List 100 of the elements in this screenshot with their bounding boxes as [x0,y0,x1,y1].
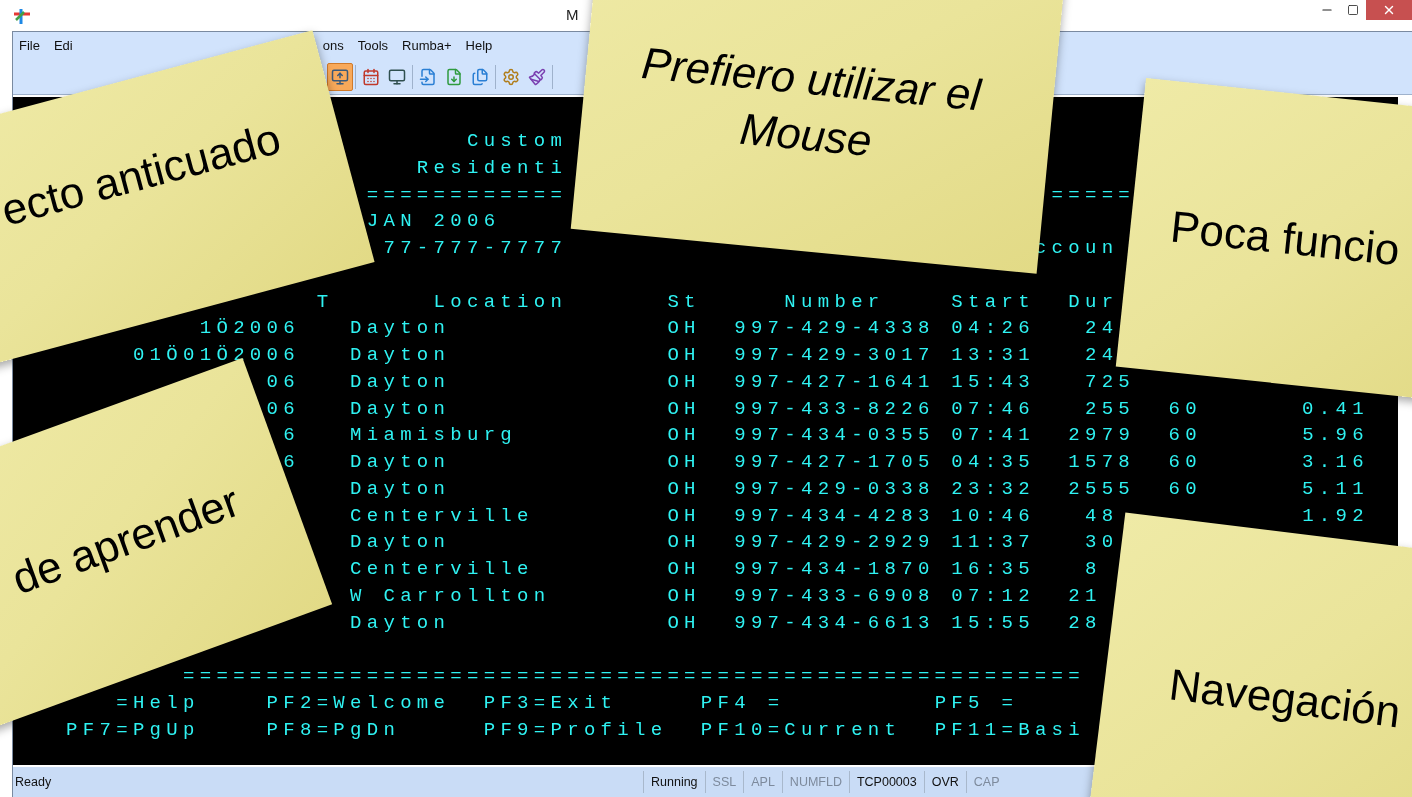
terminal-text: 07:41 [951,423,1035,449]
terminal-text: 997-429-3017 [734,343,935,368]
note-text: ecto anticuado [0,112,287,237]
terminal-text: Residenti [416,155,568,181]
terminal-text: Dayton [350,343,451,368]
terminal-text: 06 [266,369,300,395]
terminal-text: Custom [466,129,568,154]
terminal-text: Dayton [350,369,451,395]
status-indicator: APL [743,771,782,793]
menu-item[interactable]: Tools [357,36,389,56]
terminal-text: 60 [1168,423,1202,449]
terminal-text: 11:37 [951,530,1035,556]
close-icon [1382,3,1396,17]
terminal-text: OH [667,423,701,449]
menu-item[interactable]: Edi [53,36,73,56]
terminal-text: Number [784,289,885,315]
status-indicator: TCP00003 [848,771,924,793]
terminal-text: 0.41 [1302,396,1369,422]
calendar-icon [362,68,380,86]
terminal-text: 60 [1168,476,1202,502]
monitor-icon [388,68,406,86]
terminal-text: 6 [283,450,300,475]
terminal-text: PF8=PgDn [266,717,401,743]
status-message: Ready [14,773,53,791]
terminal-text: Miamisburg [350,423,518,449]
status-indicator: NUMFLD [781,771,849,793]
terminal-text: 60 [1168,396,1202,422]
terminal-text: 997-429-2929 [734,530,935,556]
terminal-text: PF10=Current [700,717,902,743]
terminal-text: 2555 [1068,476,1136,502]
terminal-text: 21 [1068,583,1102,609]
terminal-text: 15:55 [951,610,1035,636]
document-arrow-icon [445,68,463,86]
terminal-text: PF9=Profile [483,717,668,743]
terminal-text: 3.16 [1302,450,1369,475]
terminal-text: 997-434-0355 [734,423,935,449]
terminal-text: 997-427-1705 [734,450,935,475]
menu-item[interactable]: Help [465,36,493,56]
terminal-text: OH [667,369,701,395]
terminal-text: 5.96 [1302,423,1369,449]
documents-icon [471,68,489,86]
monitor-arrow-tool-button[interactable] [327,63,353,91]
terminal-text: 1Ö2006 [199,316,300,342]
terminal-text: 04:35 [951,450,1035,475]
terminal-text: PF4 = [700,690,785,716]
terminal-text: 01Ö01Ö2006 [132,343,300,368]
terminal-text: 24 [1085,343,1119,368]
terminal-text: 28 [1068,610,1102,636]
terminal-text: ===== [1051,182,1136,208]
terminal-text: Start [951,289,1035,315]
terminal-text: 06 [266,396,300,422]
terminal-text: 255 [1084,396,1136,422]
terminal-text: JAN 2006 [366,209,501,235]
terminal-text: ============ [366,182,568,208]
terminal-text: 13:31 [951,343,1035,368]
terminal-text: 997-434-1870 [734,557,935,582]
menu-item[interactable]: File [19,36,40,56]
gear-icon [502,68,520,86]
terminal-text: 23:32 [951,476,1035,502]
note-text: Prefiero utilizar el Mouse [638,37,984,168]
terminal-text: 30 [1084,530,1119,556]
status-indicator: SSL [704,771,744,793]
terminal-text: 5.11 [1302,476,1369,502]
terminal-text: OH [667,450,701,475]
maximize-icon [1347,4,1359,16]
terminal-text: W Carrollton [350,583,551,609]
terminal-text: 997-434-4283 [734,503,935,529]
terminal-text: Dur [1068,289,1119,315]
terminal-text: Dayton [350,530,451,556]
terminal-text: 8 [1085,557,1102,582]
terminal-text: OH [667,316,701,342]
terminal-text: Location [433,289,568,315]
terminal-text: OH [667,557,701,582]
terminal-text: PF7=PgUp [66,717,200,743]
terminal-text: 1578 [1068,450,1136,475]
menu-item[interactable]: Rumba+ [402,36,452,56]
terminal-text: OH [667,343,701,368]
terminal-text: OH [667,583,701,609]
terminal-text: Dayton [350,396,451,422]
terminal-text: 6 [283,423,300,449]
menu-item[interactable]: ons [322,36,344,56]
terminal-text: PF2=Welcome [266,690,451,716]
terminal-text: T [316,289,334,315]
terminal-text: 04:26 [951,316,1035,342]
terminal-text: ====================================================== [183,664,1085,689]
terminal-text: =Help [116,690,200,716]
terminal-text: OH [667,476,701,502]
monitor-arrow-icon [331,68,349,86]
terminal-text: OH [667,503,701,529]
terminal-text: Centerville [350,503,534,529]
note-text: Poca funcio [1167,200,1403,277]
terminal-text: Dayton [350,316,451,342]
note-text: Navegación [1166,658,1404,739]
terminal-text: 16:35 [951,557,1035,582]
terminal-text: PF3=Exit [483,690,618,716]
terminal-text: OH [667,530,701,556]
terminal-text: St [667,289,701,315]
terminal-text: Centerville [350,557,534,582]
status-indicator: OVR [923,771,966,793]
terminal-text: 997-429-4338 [734,316,935,342]
